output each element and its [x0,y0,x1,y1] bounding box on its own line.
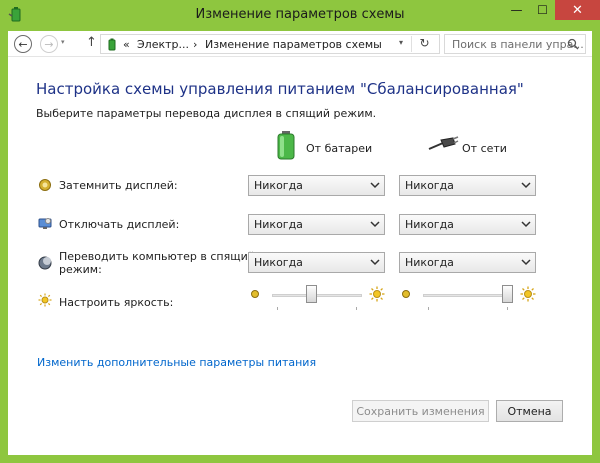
sleep-icon [38,256,52,270]
navigation-bar: ← → ▾ ↑ « Электр... › Изменение параметр… [8,31,592,57]
battery-icon [277,131,295,160]
row-label-sleep-line1: Переводить компьютер в спящий [59,250,255,263]
breadcrumb-power-options[interactable]: Электр... [137,38,189,51]
sleep-plugged-select[interactable]: Никогда [399,252,536,273]
dim-display-icon [39,179,51,191]
save-changes-button[interactable]: Сохранить изменения [352,400,489,422]
chevron-down-icon [370,221,380,228]
search-icon[interactable] [567,38,579,50]
sleep-battery-select[interactable]: Никогда [248,252,385,273]
close-button[interactable]: ✕ [555,0,600,20]
forward-button[interactable]: → [40,35,58,53]
select-value: Никогда [254,218,303,231]
power-options-icon [108,38,116,51]
page-heading: Настройка схемы управления питанием "Сба… [36,80,524,98]
page-subheading: Выберите параметры перевода дисплея в сп… [36,107,377,120]
brightness-high-icon [520,286,536,302]
dim-display-battery-select[interactable]: Никогда [248,175,385,196]
maximize-button[interactable]: ☐ [530,0,555,20]
display-off-icon [38,218,52,229]
row-label-sleep: Переводить компьютер в спящий режим: [59,250,255,276]
row-label-brightness: Настроить яркость: [59,296,174,309]
select-value: Никогда [405,218,454,231]
display-off-plugged-select[interactable]: Никогда [399,214,536,235]
chevron-down-icon [521,182,531,189]
chevron-down-icon [521,259,531,266]
brightness-battery-slider[interactable] [272,285,362,310]
slider-track [423,294,513,297]
search-box[interactable]: Поиск в панели упра... [444,34,586,54]
brightness-low-icon [251,290,259,298]
address-dropdown[interactable]: ▾ [399,38,403,47]
slider-tick [277,307,278,310]
address-bar[interactable]: « Электр... › Изменение параметров схемы… [100,34,440,54]
row-label-display-off: Отключать дисплей: [59,218,180,231]
breadcrumb-separator[interactable]: › [193,38,197,51]
row-label-sleep-line2: режим: [59,263,102,276]
plug-icon [428,136,459,150]
display-off-battery-select[interactable]: Никогда [248,214,385,235]
brightness-low-icon [402,290,410,298]
slider-tick [428,307,429,310]
select-value: Никогда [254,256,303,269]
select-value: Никогда [405,179,454,192]
title-bar[interactable]: Изменение параметров схемы — ☐ ✕ [0,0,600,31]
chevron-down-icon [370,259,380,266]
advanced-settings-link[interactable]: Изменить дополнительные параметры питани… [37,356,316,369]
slider-tick [356,307,357,310]
breadcrumb-overflow[interactable]: « [123,38,130,51]
recent-locations-dropdown[interactable]: ▾ [61,38,65,46]
slider-thumb[interactable] [502,285,513,303]
minimize-button[interactable]: — [503,0,530,20]
brightness-high-icon [369,286,385,302]
refresh-button[interactable]: ↻ [411,36,437,52]
breadcrumb-current[interactable]: Изменение параметров схемы [205,38,382,51]
slider-tick [507,307,508,310]
slider-thumb[interactable] [306,285,317,303]
slider-track [272,294,362,297]
brightness-icon [38,293,52,307]
column-header-plugged: От сети [462,142,507,155]
search-input[interactable]: Поиск в панели упра... [452,38,584,51]
select-value: Никогда [405,256,454,269]
up-button[interactable]: ↑ [86,35,97,50]
client-area: ← → ▾ ↑ « Электр... › Изменение параметр… [8,31,592,455]
chevron-down-icon [370,182,380,189]
back-button[interactable]: ← [14,35,32,53]
chevron-down-icon [521,221,531,228]
cancel-button[interactable]: Отмена [496,400,563,422]
column-header-battery: От батареи [306,142,373,155]
select-value: Никогда [254,179,303,192]
brightness-plugged-slider[interactable] [423,285,513,310]
window: Изменение параметров схемы — ☐ ✕ ← → ▾ ↑… [0,0,600,463]
dim-display-plugged-select[interactable]: Никогда [399,175,536,196]
row-label-dim-display: Затемнить дисплей: [59,179,178,192]
